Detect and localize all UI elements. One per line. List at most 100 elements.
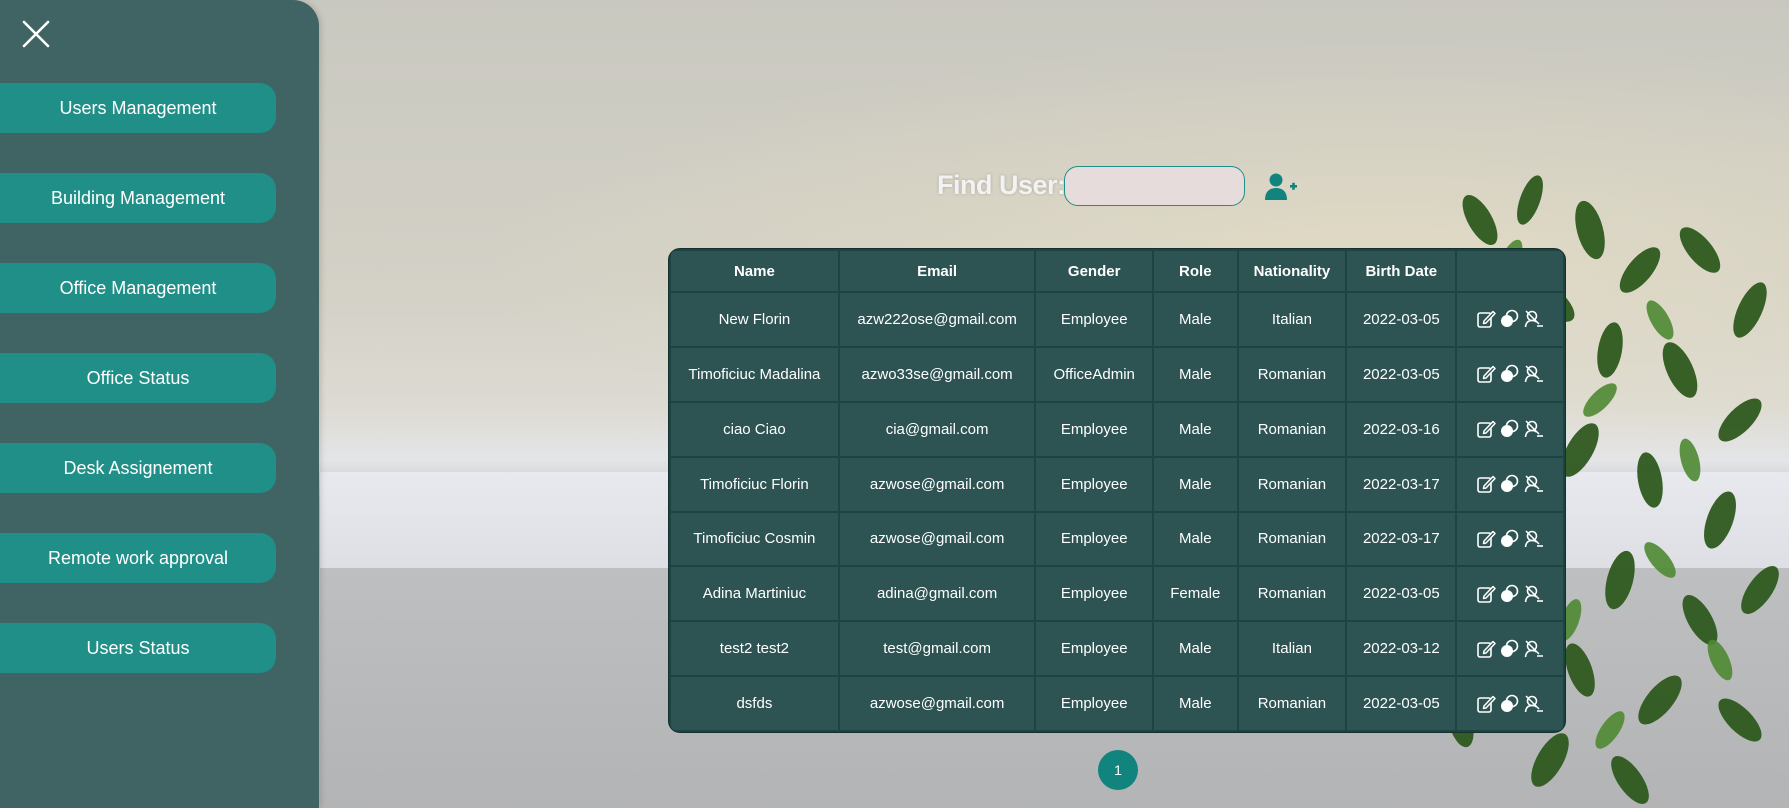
- sidebar: Users Management Building Management Off…: [0, 0, 319, 808]
- user-remove-icon[interactable]: [1524, 529, 1544, 549]
- sidebar-item-desk-assignement[interactable]: Desk Assignement: [0, 443, 276, 493]
- cell-name: ciao Ciao: [671, 402, 838, 456]
- cell-gender: Employee: [1036, 293, 1152, 346]
- cell-nationality: Romanian: [1238, 567, 1346, 621]
- toggle-icon[interactable]: [1500, 694, 1520, 714]
- sidebar-item-users-management[interactable]: Users Management: [0, 83, 276, 133]
- cell-role: Female: [1153, 567, 1237, 621]
- cell-gender: Employee: [1036, 402, 1152, 456]
- cell-birth-date: 2022-03-17: [1347, 457, 1456, 511]
- sidebar-item-remote-work-approval[interactable]: Remote work approval: [0, 533, 276, 583]
- cell-email: adina@gmail.com: [839, 567, 1035, 621]
- table-row: Adina Martiniuc adina@gmail.com Employee…: [671, 567, 1563, 621]
- column-header-birth-date: Birth Date: [1347, 251, 1456, 291]
- close-icon[interactable]: [20, 18, 52, 50]
- cell-birth-date: 2022-03-05: [1347, 347, 1456, 401]
- cell-role: Male: [1153, 512, 1237, 566]
- cell-gender: Employee: [1036, 567, 1152, 621]
- table-header-row: Name Email Gender Role Nationality Birth…: [671, 251, 1563, 291]
- edit-icon[interactable]: [1476, 364, 1496, 384]
- cell-actions: [1457, 402, 1563, 456]
- sidebar-item-building-management[interactable]: Building Management: [0, 173, 276, 223]
- cell-role: Male: [1153, 347, 1237, 401]
- user-remove-icon[interactable]: [1524, 639, 1544, 659]
- user-remove-icon[interactable]: [1524, 694, 1544, 714]
- edit-icon[interactable]: [1476, 584, 1496, 604]
- cell-role: Male: [1153, 402, 1237, 456]
- sidebar-item-users-status[interactable]: Users Status: [0, 623, 276, 673]
- cell-birth-date: 2022-03-05: [1347, 567, 1456, 621]
- toggle-icon[interactable]: [1500, 529, 1520, 549]
- edit-icon[interactable]: [1476, 419, 1496, 439]
- cell-email: azw222ose@gmail.com: [839, 293, 1035, 346]
- cell-birth-date: 2022-03-12: [1347, 622, 1456, 676]
- table-row: Timoficiuc Cosmin azwose@gmail.com Emplo…: [671, 512, 1563, 566]
- edit-icon[interactable]: [1476, 694, 1496, 714]
- table-row: ciao Ciao cia@gmail.com Employee Male Ro…: [671, 402, 1563, 456]
- toggle-icon[interactable]: [1500, 309, 1520, 329]
- toggle-icon[interactable]: [1500, 584, 1520, 604]
- cell-gender: Employee: [1036, 512, 1152, 566]
- table-row: New Florin azw222ose@gmail.com Employee …: [671, 293, 1563, 346]
- table-row: Timoficiuc Florin azwose@gmail.com Emplo…: [671, 457, 1563, 511]
- edit-icon[interactable]: [1476, 309, 1496, 329]
- toggle-icon[interactable]: [1500, 474, 1520, 494]
- cell-birth-date: 2022-03-05: [1347, 293, 1456, 346]
- cell-email: azwose@gmail.com: [839, 512, 1035, 566]
- table-row: test2 test2 test@gmail.com Employee Male…: [671, 622, 1563, 676]
- cell-role: Male: [1153, 622, 1237, 676]
- toggle-icon[interactable]: [1500, 364, 1520, 384]
- users-table: Name Email Gender Role Nationality Birth…: [668, 248, 1566, 733]
- cell-birth-date: 2022-03-17: [1347, 512, 1456, 566]
- cell-gender: Employee: [1036, 457, 1152, 511]
- cell-nationality: Italian: [1238, 622, 1346, 676]
- column-header-email: Email: [839, 251, 1035, 291]
- find-user-label: Find User:: [937, 170, 1066, 200]
- cell-nationality: Romanian: [1238, 512, 1346, 566]
- cell-actions: [1457, 512, 1563, 566]
- cell-nationality: Romanian: [1238, 677, 1346, 730]
- column-header-nationality: Nationality: [1238, 251, 1346, 291]
- cell-role: Male: [1153, 677, 1237, 730]
- user-remove-icon[interactable]: [1524, 474, 1544, 494]
- toggle-icon[interactable]: [1500, 419, 1520, 439]
- user-remove-icon[interactable]: [1524, 364, 1544, 384]
- table-row: dsfds azwose@gmail.com Employee Male Rom…: [671, 677, 1563, 730]
- edit-icon[interactable]: [1476, 529, 1496, 549]
- cell-email: azwo33se@gmail.com: [839, 347, 1035, 401]
- cell-role: Male: [1153, 293, 1237, 346]
- column-header-name: Name: [671, 251, 838, 291]
- cell-actions: [1457, 622, 1563, 676]
- pagination-page-button[interactable]: 1: [1098, 750, 1138, 790]
- edit-icon[interactable]: [1476, 639, 1496, 659]
- cell-birth-date: 2022-03-16: [1347, 402, 1456, 456]
- column-header-role: Role: [1153, 251, 1237, 291]
- edit-icon[interactable]: [1476, 474, 1496, 494]
- user-remove-icon[interactable]: [1524, 309, 1544, 329]
- toggle-icon[interactable]: [1500, 639, 1520, 659]
- cell-gender: OfficeAdmin: [1036, 347, 1152, 401]
- column-header-gender: Gender: [1036, 251, 1152, 291]
- cell-role: Male: [1153, 457, 1237, 511]
- cell-actions: [1457, 567, 1563, 621]
- find-user-input[interactable]: [1064, 166, 1245, 206]
- cell-name: Timoficiuc Cosmin: [671, 512, 838, 566]
- cell-nationality: Italian: [1238, 293, 1346, 346]
- user-remove-icon[interactable]: [1524, 584, 1544, 604]
- sidebar-item-office-management[interactable]: Office Management: [0, 263, 276, 313]
- column-header-actions: [1457, 251, 1563, 291]
- cell-name: Adina Martiniuc: [671, 567, 838, 621]
- cell-actions: [1457, 293, 1563, 346]
- table-row: Timoficiuc Madalina azwo33se@gmail.com O…: [671, 347, 1563, 401]
- cell-name: Timoficiuc Florin: [671, 457, 838, 511]
- cell-birth-date: 2022-03-05: [1347, 677, 1456, 730]
- cell-nationality: Romanian: [1238, 347, 1346, 401]
- cell-name: Timoficiuc Madalina: [671, 347, 838, 401]
- user-remove-icon[interactable]: [1524, 419, 1544, 439]
- cell-name: test2 test2: [671, 622, 838, 676]
- cell-actions: [1457, 457, 1563, 511]
- add-user-icon[interactable]: [1264, 172, 1298, 202]
- cell-email: azwose@gmail.com: [839, 457, 1035, 511]
- cell-actions: [1457, 347, 1563, 401]
- sidebar-item-office-status[interactable]: Office Status: [0, 353, 276, 403]
